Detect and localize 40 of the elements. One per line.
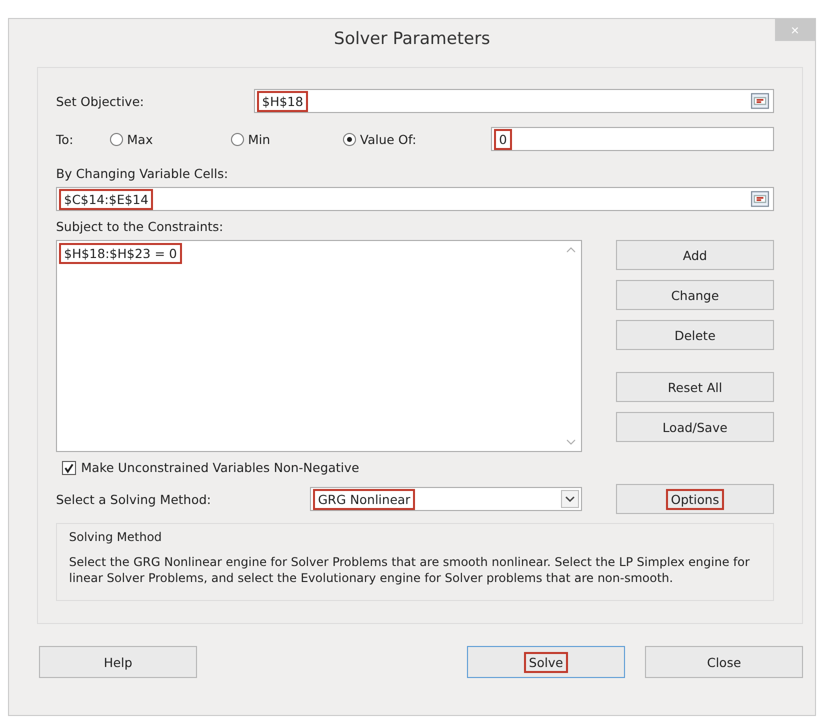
field-value: 0 (494, 128, 512, 150)
description-title: Solving Method (69, 530, 162, 544)
checkbox-label: Make Unconstrained Variables Non-Negative (81, 460, 360, 475)
radio-label: Min (248, 132, 270, 146)
dialog-button[interactable]: Change (616, 280, 774, 310)
field-label: Subject to the Constraints: (56, 219, 224, 234)
method-dropdown[interactable]: GRG Nonlinear (310, 487, 582, 511)
objective-field[interactable]: $H$18 (254, 89, 774, 113)
radio-icon[interactable] (343, 132, 356, 146)
dialog-button[interactable]: Solve (467, 646, 625, 678)
constraints-list[interactable]: $H$18:$H$23 = 0 (56, 240, 582, 452)
dialog-button[interactable]: Help (39, 646, 197, 678)
radio-icon[interactable] (231, 132, 244, 146)
range-select-icon[interactable] (751, 93, 769, 109)
radio-option[interactable]: Min (231, 132, 343, 146)
dialog-button[interactable]: Load/Save (616, 412, 774, 442)
dropdown-value: GRG Nonlinear (313, 488, 416, 510)
field-label: To: (56, 132, 74, 146)
dialog-button[interactable]: Reset All (616, 372, 774, 402)
field-value: $C$14:$E$14 (59, 188, 154, 210)
dialog-button[interactable]: Add (616, 240, 774, 270)
field-label: By Changing Variable Cells: (56, 166, 230, 181)
dialog-button[interactable]: Delete (616, 320, 774, 350)
checkbox[interactable] (62, 460, 76, 474)
value-field[interactable]: 0 (491, 127, 774, 151)
radio-option[interactable]: Value Of: (343, 132, 491, 146)
options-button[interactable]: Options (616, 484, 774, 514)
window-title: Solver Parameters (334, 29, 490, 49)
variable-cells-field[interactable]: $C$14:$E$14 (56, 187, 774, 211)
description-text: Select the GRG Nonlinear engine for Solver Problems that are smooth nonlinear. Select the LP Simplex engine for linear Solver Problems, and select the Evolutionary engine for Solver problems that are non-smooth. (69, 554, 751, 586)
dialog-button[interactable]: Close (645, 646, 803, 678)
radio-option[interactable]: Max (110, 132, 231, 146)
range-select-icon[interactable] (751, 191, 769, 207)
constraint-item[interactable]: $H$18:$H$23 = 0 (59, 243, 182, 264)
radio-label: Value Of: (360, 132, 416, 146)
radio-icon[interactable] (110, 132, 123, 146)
field-label: Select a Solving Method: (56, 492, 212, 506)
field-value: $H$18 (257, 90, 308, 112)
radio-label: Max (127, 132, 153, 146)
field-label: Set Objective: (56, 94, 145, 108)
